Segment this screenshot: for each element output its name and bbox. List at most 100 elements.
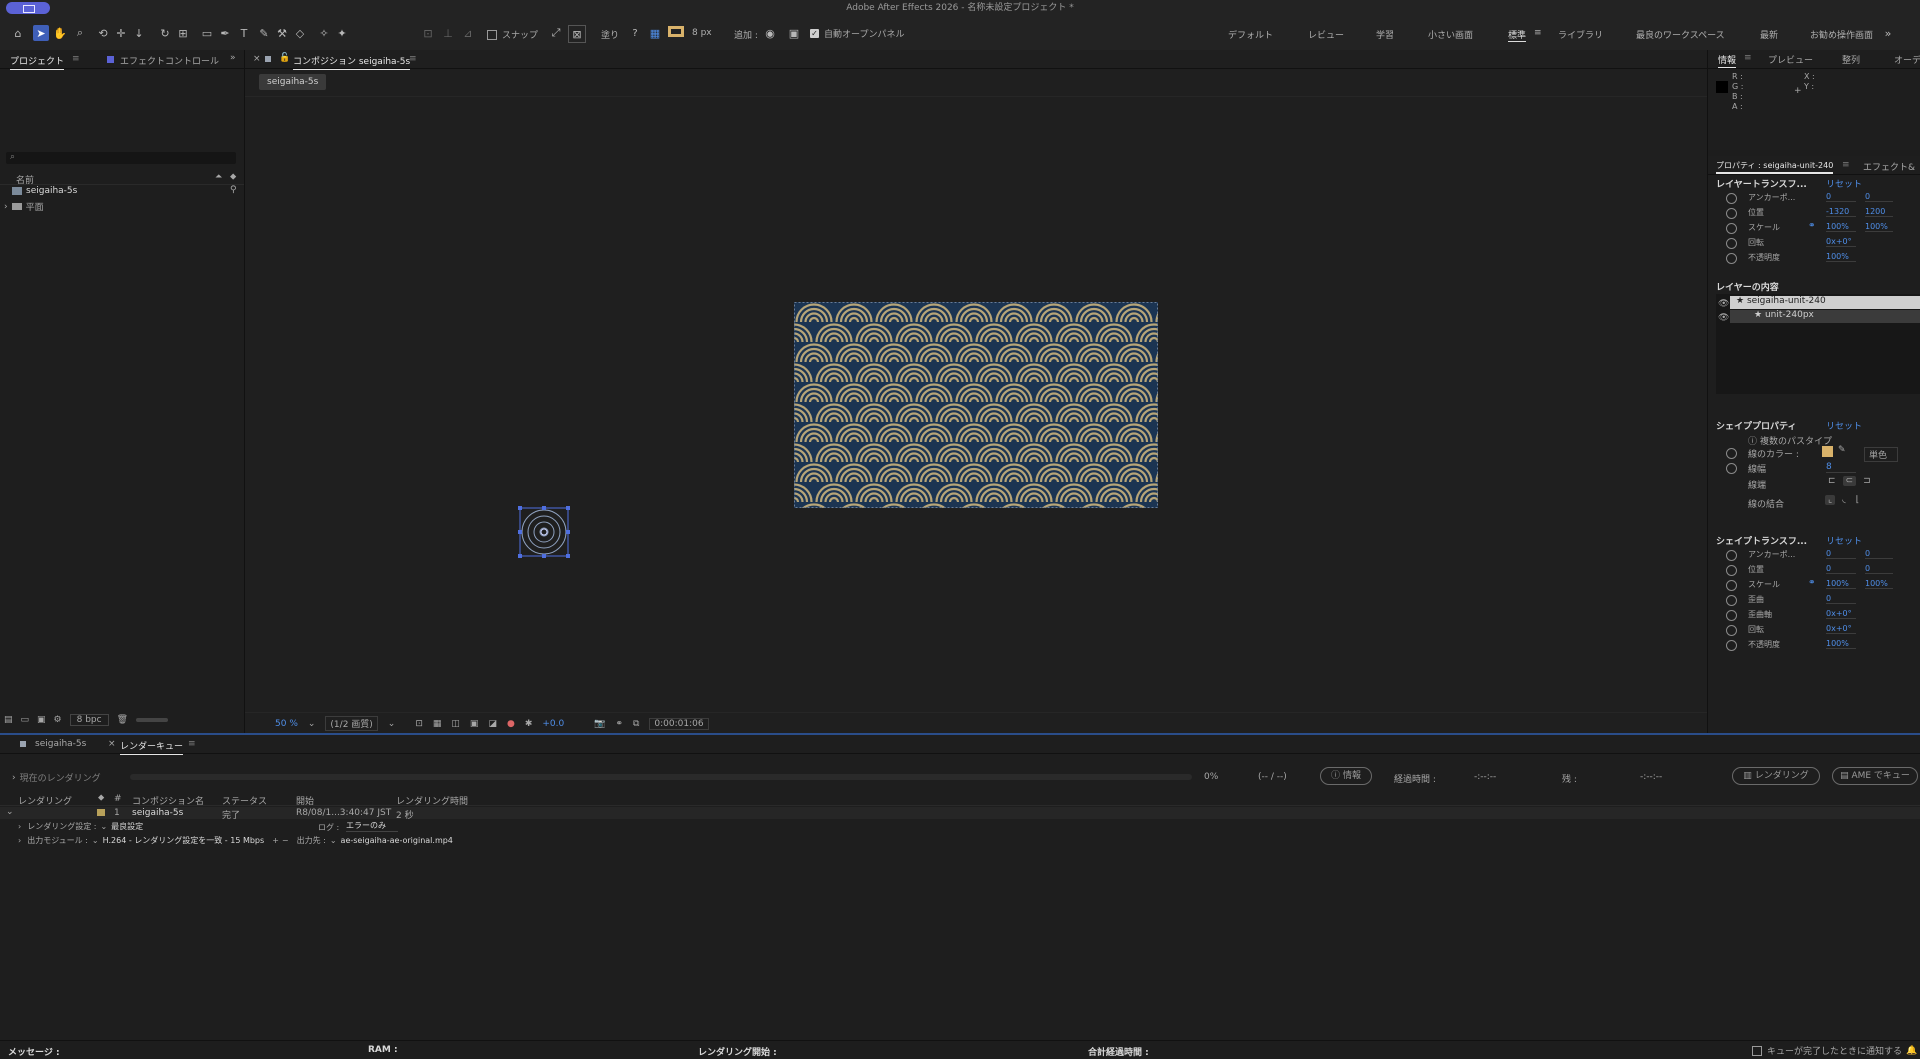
new-composition-icon[interactable]: ▣	[37, 715, 46, 725]
stopwatch-icon[interactable]	[1726, 550, 1737, 561]
workspace-overflow-icon[interactable]: »	[1880, 25, 1896, 41]
tab-audio[interactable]: オーデ	[1894, 53, 1920, 66]
tab-composition[interactable]: コンポジション seigaiha-5s	[293, 54, 411, 70]
snapshot-icon[interactable]: 📷	[594, 719, 605, 729]
dolly-camera-icon[interactable]: ↓	[131, 25, 147, 41]
label-tag-icon[interactable]: ⬥	[230, 172, 236, 182]
workspace-menu-icon[interactable]: ≡	[1534, 28, 1542, 38]
stopwatch-icon[interactable]	[1726, 625, 1737, 636]
stopwatch-icon[interactable]	[1726, 253, 1737, 264]
column-comp-name[interactable]: コンポジション名	[132, 794, 204, 807]
chevron-down-icon[interactable]: ⌄	[92, 836, 99, 845]
pan-behind-icon[interactable]: ⊞	[175, 25, 191, 41]
constrain-proportions-icon[interactable]: ⚭	[1808, 578, 1816, 588]
info-button[interactable]: ⓘ 情報	[1320, 767, 1372, 785]
property-value[interactable]: 100%	[1826, 639, 1856, 649]
new-folder-icon[interactable]: ▭	[21, 715, 30, 725]
tab-effect-controls[interactable]: エフェクトコントロール	[120, 54, 219, 67]
stopwatch-icon[interactable]	[1726, 448, 1737, 459]
add-shape-icon[interactable]: ◉	[762, 25, 778, 41]
property-value[interactable]: 0	[1826, 192, 1856, 202]
property-value[interactable]: 0	[1826, 564, 1856, 574]
tab-timeline[interactable]: seigaiha-5s	[35, 739, 86, 749]
stroke-width-field[interactable]: 8	[1826, 462, 1856, 473]
panel-menu-icon[interactable]: ≡	[1842, 160, 1850, 170]
tab-effects-presets[interactable]: エフェクト&	[1863, 160, 1915, 173]
workspace-tab[interactable]: デフォルト	[1228, 28, 1273, 41]
property-value[interactable]: 0	[1865, 192, 1893, 202]
project-item-composition[interactable]: seigaiha-5s	[12, 186, 77, 196]
property-value[interactable]: 0	[1865, 549, 1893, 559]
stroke-width-value[interactable]: 8 px	[692, 28, 712, 38]
tab-project[interactable]: プロジェクト	[10, 54, 65, 70]
property-value[interactable]: 100%	[1865, 579, 1893, 589]
property-value[interactable]: 100%	[1865, 222, 1893, 232]
property-value[interactable]: 1200	[1865, 207, 1893, 217]
interpret-footage-icon[interactable]: ▤	[4, 715, 13, 725]
sort-icon[interactable]: ⏶	[215, 172, 222, 182]
panel-menu-icon[interactable]: ≡	[409, 54, 417, 64]
stopwatch-icon[interactable]	[1726, 193, 1737, 204]
chevron-right-icon[interactable]: ›	[12, 773, 16, 783]
stopwatch-icon[interactable]	[1726, 238, 1737, 249]
color-channel-icon[interactable]: ●	[507, 719, 515, 729]
3d-view-icon[interactable]: ◪	[488, 719, 497, 729]
tab-align[interactable]: 整列	[1842, 53, 1860, 66]
puppet-pin-icon[interactable]: ✦	[334, 25, 350, 41]
transparency-grid-icon[interactable]: ▦	[433, 719, 442, 729]
selected-shape-unit[interactable]	[517, 505, 571, 559]
output-module-value[interactable]: H.264 - レンダリング設定を一致 - 15 Mbps	[103, 835, 265, 846]
property-value[interactable]: 100%	[1826, 222, 1856, 232]
round-join-icon[interactable]: ◟	[1839, 495, 1849, 505]
stopwatch-icon[interactable]	[1726, 208, 1737, 219]
column-name[interactable]: 名前	[16, 173, 34, 186]
auto-open-panel-toggle[interactable]: ✓ 自動オープンパネル	[810, 27, 904, 40]
tab-render-queue[interactable]: レンダーキュー	[120, 739, 184, 755]
roto-brush-icon[interactable]: ✧	[316, 25, 332, 41]
rotate-tool-icon[interactable]: ↻	[157, 25, 173, 41]
thumbnail-slider[interactable]	[136, 718, 169, 722]
notify-toggle[interactable]: キューが完了したときに通知する 🔔	[1752, 1044, 1917, 1057]
workspace-tab[interactable]: お勧め操作画面	[1810, 28, 1873, 41]
close-tab-icon[interactable]: ×	[108, 739, 116, 749]
shape-transform-reset[interactable]: リセット	[1826, 534, 1862, 547]
property-value[interactable]: 0	[1865, 564, 1893, 574]
shape-properties-heading[interactable]: シェイププロパティ	[1716, 419, 1796, 432]
current-time[interactable]: 0:00:01:06	[649, 717, 709, 730]
column-started[interactable]: 開始	[296, 794, 314, 807]
rectangle-tool-icon[interactable]: ▭	[199, 25, 215, 41]
chevron-down-icon[interactable]: ⌄	[100, 822, 107, 831]
eye-icon[interactable]: 👁	[1718, 313, 1729, 323]
project-item-folder[interactable]: › 平面	[4, 200, 44, 214]
label-color-icon[interactable]	[97, 809, 105, 816]
panel-menu-icon[interactable]: ≡	[1744, 53, 1752, 63]
hand-tool-icon[interactable]: ✋	[52, 25, 68, 41]
bpc-button[interactable]: 8 bpc	[69, 714, 109, 726]
color-management-icon[interactable]: ✱	[525, 719, 533, 729]
snap-option-icon[interactable]: ⤢	[548, 25, 564, 41]
render-queue-item[interactable]: ⌄ 1 seigaiha-5s 完了 R8/08/1...3:40:47 JST…	[0, 807, 1920, 821]
align-icon[interactable]: ⊡	[420, 25, 436, 41]
exposure-value[interactable]: +0.0	[542, 719, 564, 729]
output-to-value[interactable]: ae-seigaiha-ae-original.mp4	[341, 836, 453, 845]
bevel-join-icon[interactable]: ⌊	[1853, 495, 1863, 505]
property-value[interactable]: -1320	[1826, 207, 1856, 217]
column-index[interactable]: #	[114, 794, 122, 804]
tab-info[interactable]: 情報	[1718, 53, 1737, 69]
axis-icon[interactable]: ⊥	[440, 25, 456, 41]
stopwatch-icon[interactable]	[1726, 463, 1737, 474]
property-value[interactable]: 0	[1826, 549, 1856, 559]
flowchart-icon[interactable]: ⚲	[230, 185, 237, 195]
app-menu-button[interactable]	[6, 2, 50, 14]
workspace-tab[interactable]: 最良のワークスペース	[1636, 28, 1725, 41]
layer-transform-heading[interactable]: レイヤートランスフ...	[1716, 177, 1807, 190]
column-render-time[interactable]: レンダリング時間	[396, 794, 468, 807]
log-dropdown[interactable]: エラーのみ	[346, 820, 398, 832]
home-icon[interactable]: ⌂	[10, 25, 26, 41]
panel-menu-icon[interactable]: ≡	[188, 739, 196, 749]
eyedropper-icon[interactable]: ✎	[1838, 445, 1846, 455]
snap-target-icon[interactable]: ⊠	[568, 25, 586, 43]
eraser-tool-icon[interactable]: ◇	[292, 25, 308, 41]
label-tag-icon[interactable]: ⬥	[98, 793, 104, 803]
add-output-icon[interactable]: +	[272, 836, 279, 845]
